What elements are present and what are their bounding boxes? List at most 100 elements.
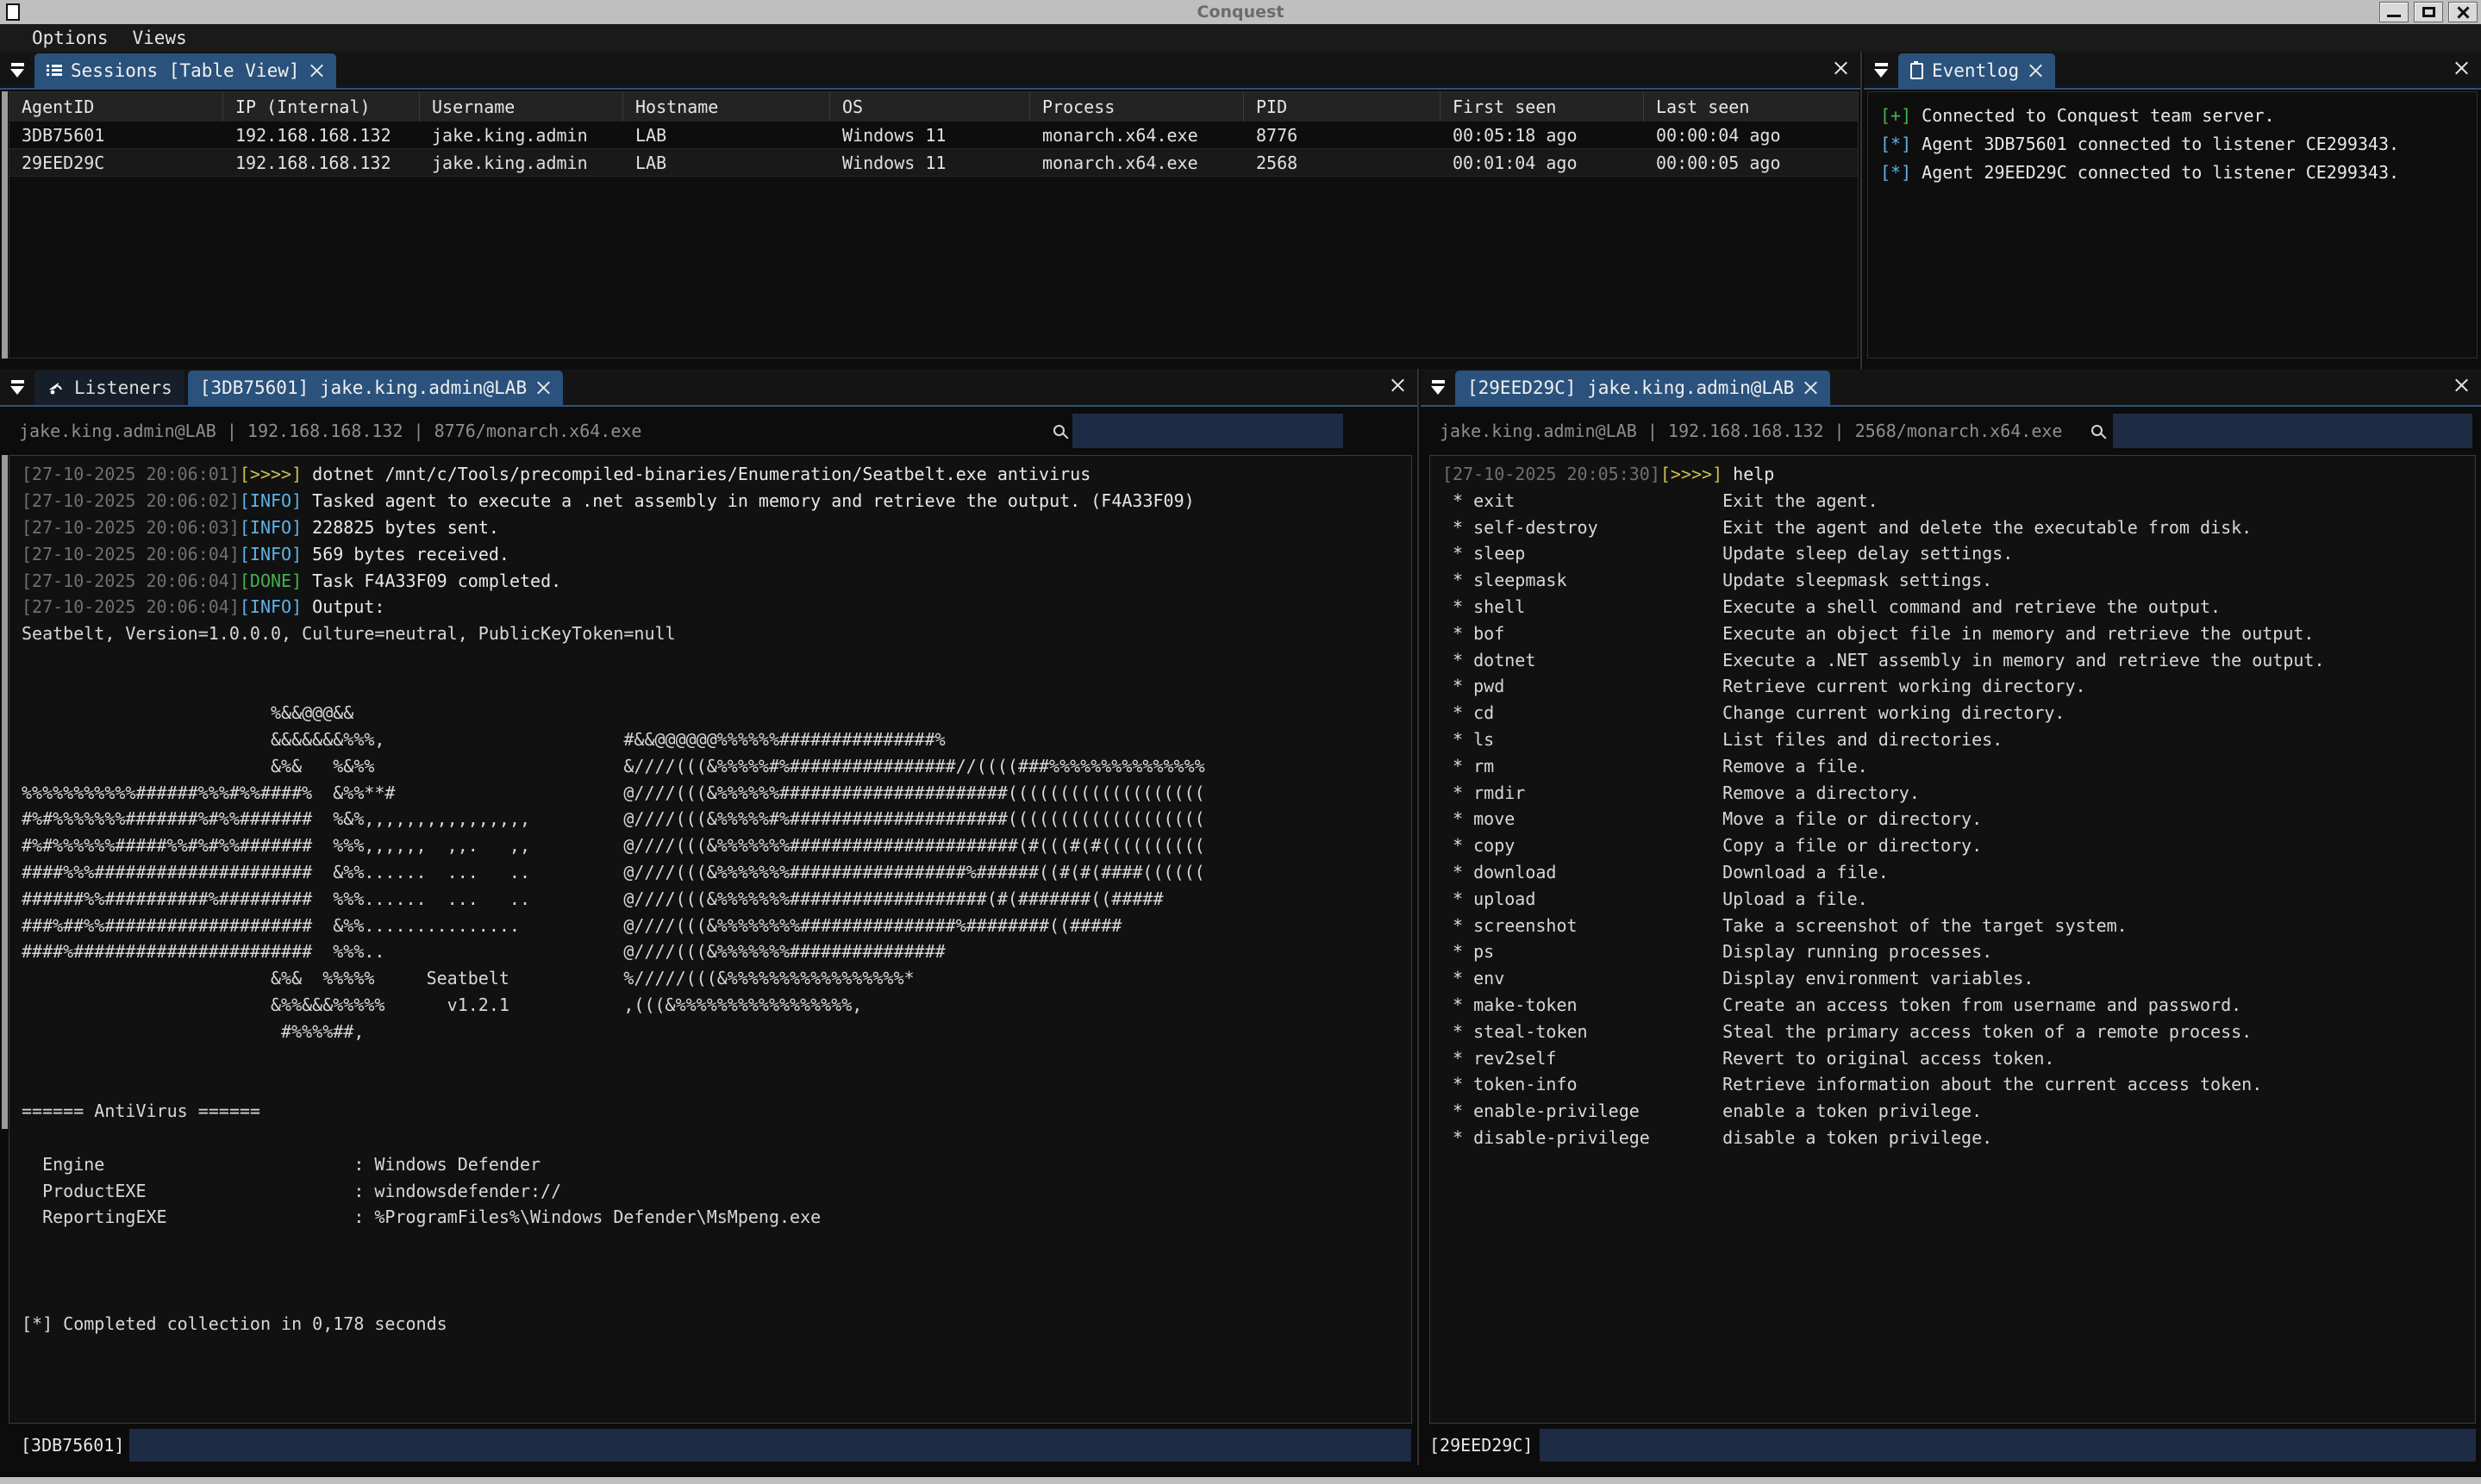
agent-console-3DB75601-pane: Listeners [3DB75601] jake.king.admin@LAB…	[0, 369, 1419, 1465]
session-cell: monarch.x64.exe	[1030, 122, 1244, 148]
left-console-header: Listeners [3DB75601] jake.king.admin@LAB	[0, 369, 1417, 407]
column-header[interactable]: OS	[830, 92, 1030, 122]
command-input-29EED29C[interactable]	[1540, 1429, 2476, 1462]
agent-console-29EED29C-pane: [29EED29C] jake.king.admin@LAB jake.king…	[1421, 369, 2481, 1465]
session-cell: 2568	[1244, 149, 1440, 176]
right-console-pane-close-icon[interactable]	[2453, 377, 2469, 393]
command-input-3DB75601[interactable]	[129, 1429, 1411, 1462]
eventlog-collapse-button[interactable]	[1864, 52, 1898, 88]
collapse-icon	[1875, 63, 1888, 66]
session-cell: 192.168.168.132	[223, 149, 420, 176]
column-header[interactable]: Process	[1030, 92, 1244, 122]
left-command-row: [3DB75601]	[0, 1425, 1417, 1465]
eventlog-list: [+] Connected to Conquest team server.[*…	[1867, 91, 2478, 359]
left-console-pane-close-icon[interactable]	[1390, 377, 1405, 393]
event-tag: [+]	[1880, 105, 1922, 126]
sessions-table: AgentIDIP (Internal)UsernameHostnameOSPr…	[9, 91, 1859, 359]
tab-close-icon[interactable]	[309, 63, 324, 78]
session-cell: 29EED29C	[9, 149, 223, 176]
eventlog-line: [+] Connected to Conquest team server.	[1880, 101, 2477, 129]
search-icon	[1053, 425, 1065, 436]
agent-context-label: jake.king.admin@LAB | 192.168.168.132 | …	[0, 421, 641, 441]
column-header[interactable]: Last seen	[1644, 92, 1842, 122]
minimize-button[interactable]	[2379, 2, 2409, 22]
tab-sessions-table-view[interactable]: Sessions [Table View]	[34, 53, 336, 88]
tab-close-icon[interactable]	[1803, 380, 1818, 396]
tab-eventlog[interactable]: Eventlog	[1898, 53, 2055, 88]
console-search-input[interactable]	[2113, 414, 2472, 448]
log-line: [27-10-2025 20:06:04][DONE] Task F4A33F0…	[22, 567, 1411, 594]
session-cell: jake.king.admin	[420, 122, 623, 148]
left-console-status-row: jake.king.admin@LAB | 192.168.168.132 | …	[0, 412, 1417, 450]
clipboard-icon	[1910, 63, 1923, 79]
session-cell: Windows 11	[830, 122, 1030, 148]
log-line: [27-10-2025 20:05:30][>>>>] help	[1442, 461, 2475, 488]
menu-bar: Options Views	[0, 24, 2481, 52]
close-button[interactable]	[2448, 2, 2478, 22]
tab-close-icon[interactable]	[2028, 63, 2043, 78]
collapse-icon	[11, 380, 24, 383]
tab-close-icon[interactable]	[535, 380, 551, 396]
log-line: [27-10-2025 20:06:04][INFO] 569 bytes re…	[22, 540, 1411, 567]
sessions-table-body: 3DB75601192.168.168.132jake.king.adminLA…	[9, 122, 1858, 177]
console-search-input[interactable]	[1072, 414, 1343, 448]
column-header[interactable]: First seen	[1440, 92, 1644, 122]
left-console-collapse-button[interactable]	[0, 369, 34, 405]
sessions-pane-close-icon[interactable]	[1833, 60, 1848, 76]
session-row[interactable]: 3DB75601192.168.168.132jake.king.adminLA…	[9, 122, 1858, 149]
eventlog-pane: Eventlog [+] Connected to Conquest team …	[1864, 52, 2481, 369]
session-cell: monarch.x64.exe	[1030, 149, 1244, 176]
menu-views[interactable]: Views	[133, 28, 187, 48]
tab-agent-3DB75601[interactable]: [3DB75601] jake.king.admin@LAB	[188, 371, 563, 405]
right-console-collapse-button[interactable]	[1421, 369, 1455, 405]
agent-context-label: jake.king.admin@LAB | 192.168.168.132 | …	[1421, 421, 2062, 441]
right-command-row: [29EED29C]	[1421, 1425, 2481, 1465]
session-cell: jake.king.admin	[420, 149, 623, 176]
eventlog-pane-close-icon[interactable]	[2453, 60, 2469, 76]
sessions-pane: Sessions [Table View] AgentIDIP (Interna…	[0, 52, 1862, 369]
right-console-output: [27-10-2025 20:05:30][>>>>] help * exit …	[1429, 455, 2476, 1424]
session-cell: LAB	[623, 122, 830, 148]
event-tag: [*]	[1880, 134, 1922, 154]
column-header[interactable]: AgentID	[9, 92, 223, 122]
log-line: [27-10-2025 20:06:01][>>>>] dotnet /mnt/…	[22, 461, 1411, 488]
log-line: [27-10-2025 20:06:02][INFO] Tasked agent…	[22, 488, 1411, 514]
eventlog-line: [*] Agent 3DB75601 connected to listener…	[1880, 129, 2477, 158]
window-bottom-frame	[0, 1472, 2481, 1484]
maximize-icon	[2422, 7, 2435, 17]
right-console-header: [29EED29C] jake.king.admin@LAB	[1421, 369, 2481, 407]
window-title: Conquest	[0, 3, 2481, 22]
help-output: * exit Exit the agent. * self-destroy Ex…	[1442, 488, 2475, 1151]
tab-listeners[interactable]: Listeners	[34, 371, 184, 405]
sessions-table-header: AgentIDIP (Internal)UsernameHostnameOSPr…	[9, 92, 1858, 122]
session-cell: LAB	[623, 149, 830, 176]
session-cell: 192.168.168.132	[223, 122, 420, 148]
session-cell: 00:00:05 ago	[1644, 149, 1842, 176]
collapse-icon	[1432, 380, 1445, 383]
column-header[interactable]: Username	[420, 92, 623, 122]
session-cell: 00:05:18 ago	[1440, 122, 1644, 148]
search-icon	[2091, 425, 2103, 436]
session-cell: 8776	[1244, 122, 1440, 148]
maximize-button[interactable]	[2414, 2, 2443, 22]
sessions-scrollbar[interactable]	[2, 91, 8, 359]
log-line: [27-10-2025 20:06:04][INFO] Output:	[22, 594, 1411, 620]
session-cell: 3DB75601	[9, 122, 223, 148]
sessions-collapse-button[interactable]	[0, 52, 34, 88]
column-header[interactable]: PID	[1244, 92, 1440, 122]
log-line: [27-10-2025 20:06:03][INFO] 228825 bytes…	[22, 514, 1411, 541]
eventlog-line: [*] Agent 29EED29C connected to listener…	[1880, 158, 2477, 186]
conquest-window: Conquest Options Views Sessions [Table V…	[0, 0, 2481, 1484]
column-header[interactable]: Hostname	[623, 92, 830, 122]
session-row[interactable]: 29EED29C192.168.168.132jake.king.adminLA…	[9, 149, 1858, 177]
satellite-icon	[47, 378, 66, 397]
column-header[interactable]: IP (Internal)	[223, 92, 420, 122]
seatbelt-output: Seatbelt, Version=1.0.0.0, Culture=neutr…	[22, 620, 1411, 1337]
left-console-scrollbar[interactable]	[2, 455, 8, 1129]
tab-agent-29EED29C[interactable]: [29EED29C] jake.king.admin@LAB	[1455, 371, 1830, 405]
left-console-output: [27-10-2025 20:06:01][>>>>] dotnet /mnt/…	[9, 455, 1412, 1424]
title-bar[interactable]: Conquest	[0, 0, 2481, 24]
minimize-icon	[2387, 15, 2401, 17]
menu-options[interactable]: Options	[32, 28, 109, 48]
right-console-status-row: jake.king.admin@LAB | 192.168.168.132 | …	[1421, 412, 2481, 450]
